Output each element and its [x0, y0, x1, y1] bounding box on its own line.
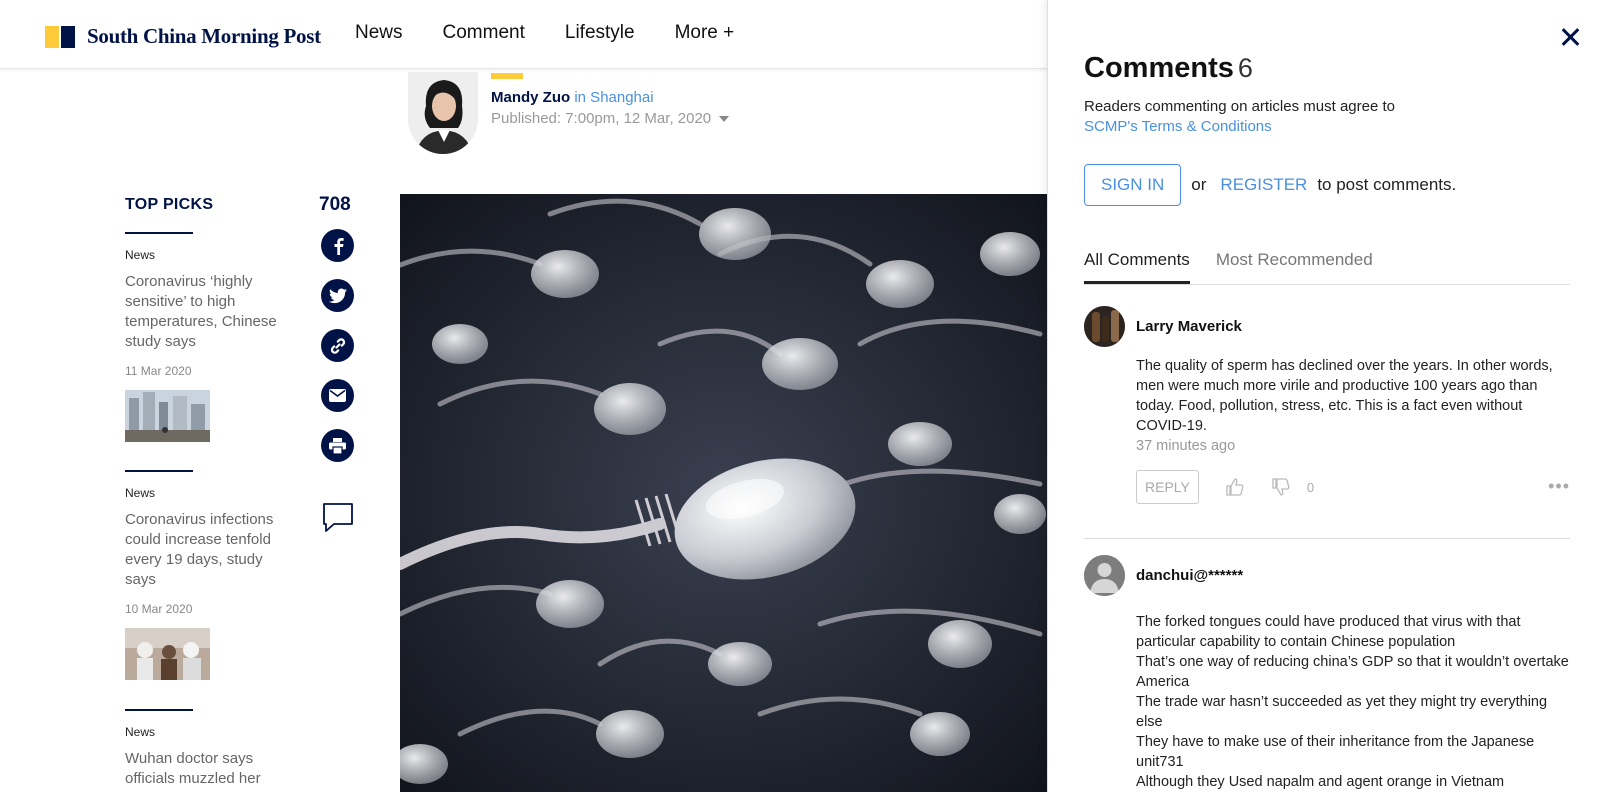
pick-category: News: [125, 486, 156, 500]
comment-icon[interactable]: [322, 502, 354, 537]
comment-body: The quality of sperm has declined over t…: [1136, 358, 1553, 434]
site-logo[interactable]: South China Morning Post: [45, 24, 321, 49]
comments-panel: Comments 6 Readers commenting on articles…: [1047, 0, 1600, 792]
comment-author[interactable]: Larry Maverick: [1136, 318, 1242, 335]
chevron-down-icon: [719, 116, 730, 123]
author-accent-bar: [491, 73, 523, 79]
comment-actions: REPLY 0: [1136, 470, 1314, 504]
comment-line: They have to make use of their inheritan…: [1136, 734, 1535, 770]
author-location: in Shanghai: [574, 89, 654, 106]
comment-author[interactable]: danchui@******: [1136, 567, 1243, 584]
sign-in-button[interactable]: SIGN IN: [1084, 164, 1182, 206]
pick-date: 10 Mar 2020: [125, 602, 193, 616]
pick-divider: [125, 470, 193, 472]
facebook-icon[interactable]: [321, 229, 354, 262]
close-icon[interactable]: [1560, 27, 1580, 47]
comment-item: danchui@****** The forked tongues could …: [1084, 555, 1570, 792]
comment-divider: [1084, 538, 1570, 539]
top-pick-item[interactable]: News Coronavirus infections could increa…: [125, 470, 295, 680]
author-name[interactable]: Mandy Zuo: [491, 89, 570, 106]
comments-title: Comments 6: [1084, 52, 1253, 84]
tab-all-comments[interactable]: All Comments: [1084, 250, 1190, 284]
twitter-icon[interactable]: [321, 279, 354, 312]
reply-button[interactable]: REPLY: [1136, 470, 1199, 504]
pick-date: 11 Mar 2020: [125, 364, 192, 378]
pick-title[interactable]: Coronavirus infections could increase te…: [125, 510, 295, 590]
thumbs-up-icon[interactable]: [1225, 477, 1245, 497]
page: South China Morning Post News Comment Li…: [0, 0, 1600, 792]
pick-thumbnail[interactable]: [125, 628, 210, 680]
avatar[interactable]: [1084, 555, 1125, 596]
pick-title[interactable]: Coronavirus ‘highly sensitive’ to high t…: [125, 272, 295, 352]
more-options-icon[interactable]: •••: [1548, 476, 1570, 497]
article-hero-image: [400, 194, 1050, 792]
nav-comment[interactable]: Comment: [443, 22, 525, 44]
comment-line: Although they Used napalm and agent oran…: [1136, 774, 1505, 790]
comment-line: That’s one way of reducing china’s GDP s…: [1136, 654, 1569, 690]
share-count: 708: [319, 194, 351, 215]
nav-lifestyle[interactable]: Lifestyle: [565, 22, 635, 44]
published-date[interactable]: Published: 7:00pm, 12 Mar, 2020: [491, 110, 730, 127]
nav-news[interactable]: News: [355, 22, 403, 44]
pick-divider: [125, 232, 193, 234]
pick-divider: [125, 709, 193, 711]
terms-link[interactable]: SCMP's Terms & Conditions: [1084, 118, 1272, 135]
email-icon[interactable]: [321, 379, 354, 412]
top-pick-item[interactable]: News Coronavirus ‘highly sensitive’ to h…: [125, 232, 295, 442]
link-icon[interactable]: [321, 329, 354, 362]
comment-body: The forked tongues could have produced t…: [1136, 612, 1570, 792]
thumbs-down-icon[interactable]: [1271, 477, 1291, 497]
top-picks-heading: TOP PICKS: [125, 196, 214, 213]
vote-count: 0: [1306, 479, 1315, 495]
avatar[interactable]: [1084, 306, 1125, 347]
pick-thumbnail[interactable]: [125, 390, 210, 442]
author-byline: Mandy Zuo in Shanghai: [491, 89, 654, 106]
nav-more[interactable]: More +: [675, 22, 735, 44]
comments-count: 6: [1237, 53, 1253, 83]
logo-mark-icon: [45, 25, 75, 48]
top-pick-item[interactable]: News Wuhan doctor says officials muzzled…: [125, 709, 295, 789]
comment-time: 37 minutes ago: [1136, 438, 1236, 454]
comment-line: The trade war hasn’t succeeded as yet th…: [1136, 694, 1548, 730]
auth-row: SIGN IN or REGISTER to post comments.: [1084, 164, 1456, 206]
comment-line: The forked tongues could have produced t…: [1136, 614, 1521, 650]
comment-item: Larry Maverick The quality of sperm has …: [1084, 306, 1570, 516]
main-nav: News Comment Lifestyle More +: [355, 22, 774, 44]
or-text: or: [1191, 175, 1207, 194]
pick-category: News: [125, 725, 156, 739]
tab-most-recommended[interactable]: Most Recommended: [1216, 250, 1373, 284]
author-avatar[interactable]: [408, 72, 478, 154]
register-link[interactable]: REGISTER: [1220, 175, 1307, 195]
terms-notice: Readers commenting on articles must agre…: [1084, 98, 1395, 135]
pick-title[interactable]: Wuhan doctor says officials muzzled her: [125, 749, 295, 789]
post-comments-text: to post comments.: [1317, 175, 1457, 194]
print-icon[interactable]: [321, 429, 354, 462]
comment-tabs: All Comments Most Recommended: [1084, 250, 1570, 285]
published-text: Published: 7:00pm, 12 Mar, 2020: [491, 110, 712, 127]
logo-text: South China Morning Post: [87, 24, 321, 48]
pick-category: News: [125, 248, 156, 262]
